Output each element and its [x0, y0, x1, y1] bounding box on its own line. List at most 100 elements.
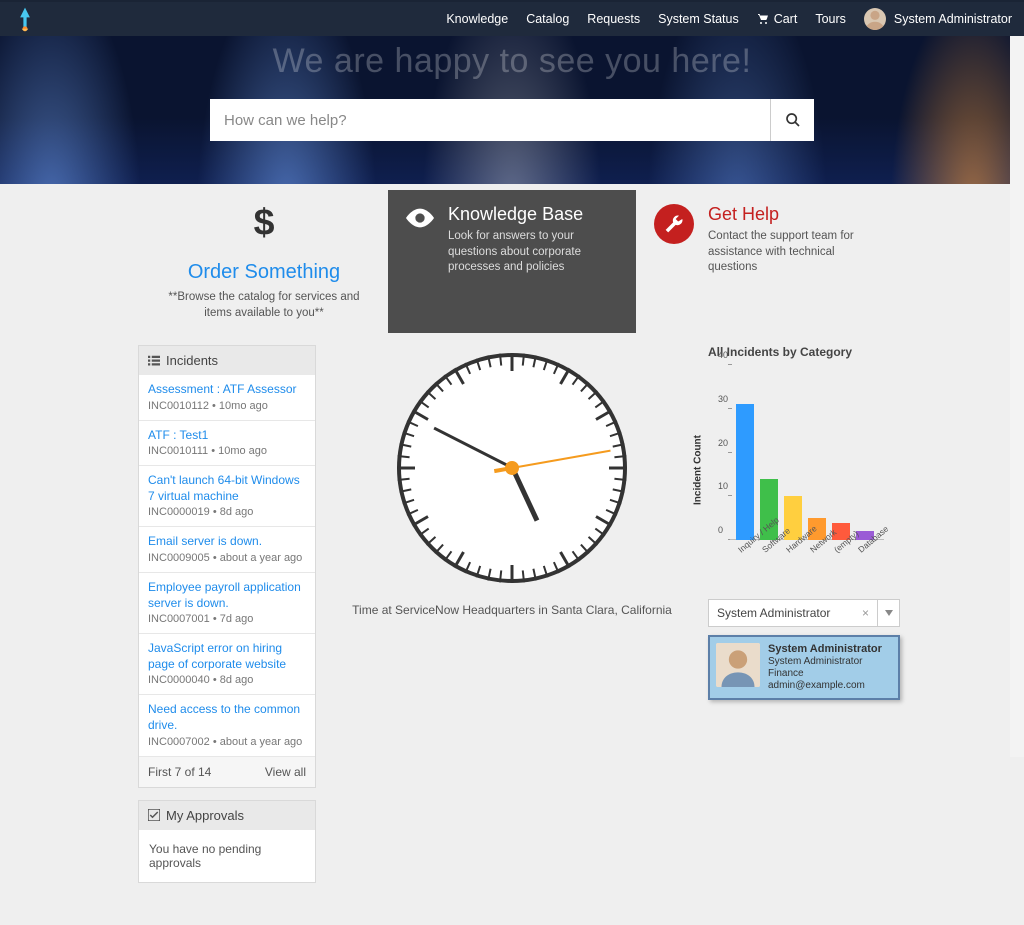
user-card[interactable]: System Administrator System Administrato…: [708, 635, 900, 700]
clock-tick: [426, 390, 436, 400]
clock-tick: [402, 499, 414, 505]
clock-tick: [572, 551, 581, 562]
clock-tick: [418, 400, 429, 409]
scrollbar[interactable]: [1010, 36, 1024, 757]
clock-minute-hand: [433, 427, 513, 470]
nav-system-status[interactable]: System Status: [658, 12, 739, 26]
clock-tick: [609, 467, 627, 470]
user-card-email: admin@example.com: [768, 680, 865, 691]
clock-tick: [532, 569, 536, 581]
topnav: Knowledge Catalog Requests System Status…: [446, 8, 1012, 30]
clock-tick: [499, 570, 502, 582]
logo[interactable]: [12, 6, 38, 32]
card-order-title: Order Something: [188, 261, 340, 284]
chart-y-label: Incident Count: [701, 400, 712, 470]
nav-knowledge[interactable]: Knowledge: [446, 12, 508, 26]
incidents-header: Incidents: [139, 346, 315, 375]
user-card-photo: [716, 643, 760, 687]
clock-tick: [476, 358, 482, 370]
chart-y-tick: 10: [718, 481, 728, 491]
clock-tick: [453, 551, 465, 568]
incident-link[interactable]: ATF : Test1: [148, 428, 306, 444]
clock-tick: [610, 432, 622, 438]
clock-tick: [588, 536, 598, 546]
clock-tick: [610, 499, 622, 505]
incident-link[interactable]: Can't launch 64-bit Windows 7 virtual ma…: [148, 473, 306, 504]
clock-tick: [543, 566, 549, 578]
clock-tick: [511, 353, 514, 371]
clock-tick: [606, 420, 618, 427]
card-get-help[interactable]: Get Help Contact the support team for as…: [636, 190, 884, 333]
user-select-label: System Administrator: [717, 606, 830, 620]
incident-link[interactable]: Employee payroll application server is d…: [148, 580, 306, 611]
search-button[interactable]: [770, 99, 814, 141]
search: [210, 99, 814, 141]
check-square-icon: [148, 809, 160, 821]
clock-tick: [444, 374, 453, 385]
incidents-footer: First 7 of 14 View all: [139, 756, 315, 787]
clock-caption: Time at ServiceNow Headquarters in Santa…: [352, 603, 672, 617]
card-help-title: Get Help: [708, 204, 866, 225]
incident-link[interactable]: JavaScript error on hiring page of corpo…: [148, 641, 306, 672]
approvals-body: You have no pending approvals: [139, 830, 315, 882]
incident-item[interactable]: Need access to the common drive.INC00070…: [139, 694, 315, 755]
user-card-info: System Administrator System Administrato…: [768, 643, 882, 692]
clock-tick: [559, 368, 571, 385]
card-knowledge-base[interactable]: Knowledge Base Look for answers to your …: [388, 190, 636, 333]
chart-y-tick: 30: [718, 394, 728, 404]
incidents-header-label: Incidents: [166, 353, 218, 368]
nav-catalog[interactable]: Catalog: [526, 12, 569, 26]
user-select-value[interactable]: System Administrator ×: [708, 599, 878, 627]
nav-cart[interactable]: Cart: [757, 12, 798, 26]
incident-meta: INC0010111 • 10mo ago: [148, 445, 306, 457]
nav-requests[interactable]: Requests: [587, 12, 640, 26]
incidents-chart[interactable]: Incident Count 010203040 Inquiry / HelpS…: [708, 365, 888, 575]
nav-tours[interactable]: Tours: [815, 12, 846, 26]
incident-meta: INC0007001 • 7d ago: [148, 613, 306, 625]
incident-item[interactable]: Assessment : ATF AssessorINC0010112 • 10…: [139, 375, 315, 420]
clock-tick: [614, 455, 626, 458]
user-card-name: System Administrator: [768, 643, 882, 655]
incidents-view-all[interactable]: View all: [265, 765, 306, 779]
user-card-role: System Administrator: [768, 656, 862, 667]
nav-user[interactable]: System Administrator: [864, 8, 1012, 30]
incident-meta: INC0000040 • 8d ago: [148, 674, 306, 686]
clock-tick: [499, 354, 502, 366]
clock-tick: [399, 443, 411, 447]
incidents-count: First 7 of 14: [148, 765, 211, 779]
clock-tick: [398, 455, 410, 458]
incident-item[interactable]: Email server is down.INC0009005 • about …: [139, 526, 315, 572]
incident-item[interactable]: ATF : Test1INC0010111 • 10mo ago: [139, 420, 315, 466]
incident-meta: INC0000019 • 8d ago: [148, 506, 306, 518]
clock-tick: [426, 536, 436, 546]
clock-tick: [453, 368, 465, 385]
clock-second-hand: [512, 450, 611, 469]
user-select[interactable]: System Administrator ×: [708, 599, 900, 627]
dollar-icon: $: [249, 202, 279, 251]
clock-tick: [464, 363, 471, 375]
incident-link[interactable]: Assessment : ATF Assessor: [148, 382, 306, 398]
clock-widget: Time at ServiceNow Headquarters in Santa…: [316, 345, 708, 895]
clock-tick: [407, 509, 419, 516]
nav-cart-label: Cart: [774, 12, 798, 26]
chart-bar[interactable]: [736, 404, 754, 540]
clock-tick: [580, 544, 590, 554]
user-select-dropdown[interactable]: [878, 599, 900, 627]
incident-link[interactable]: Email server is down.: [148, 534, 306, 550]
incident-item[interactable]: JavaScript error on hiring page of corpo…: [139, 633, 315, 694]
clock-tick: [580, 382, 590, 392]
clear-icon[interactable]: ×: [862, 606, 869, 620]
nav-user-label: System Administrator: [894, 12, 1012, 26]
clock-face: [397, 353, 627, 583]
incident-item[interactable]: Employee payroll application server is d…: [139, 572, 315, 633]
incident-item[interactable]: Can't launch 64-bit Windows 7 virtual ma…: [139, 465, 315, 526]
incident-link[interactable]: Need access to the common drive.: [148, 702, 306, 733]
content: $ Order Something **Browse the catalog f…: [0, 184, 1024, 925]
card-order-something[interactable]: $ Order Something **Browse the catalog f…: [140, 190, 388, 333]
search-input[interactable]: [210, 99, 770, 141]
card-help-sub: Contact the support team for assistance …: [708, 229, 866, 276]
chart-y-tick: 20: [718, 438, 728, 448]
clock-tick: [487, 569, 491, 581]
approvals-header: My Approvals: [139, 801, 315, 830]
cart-icon: [757, 13, 770, 25]
